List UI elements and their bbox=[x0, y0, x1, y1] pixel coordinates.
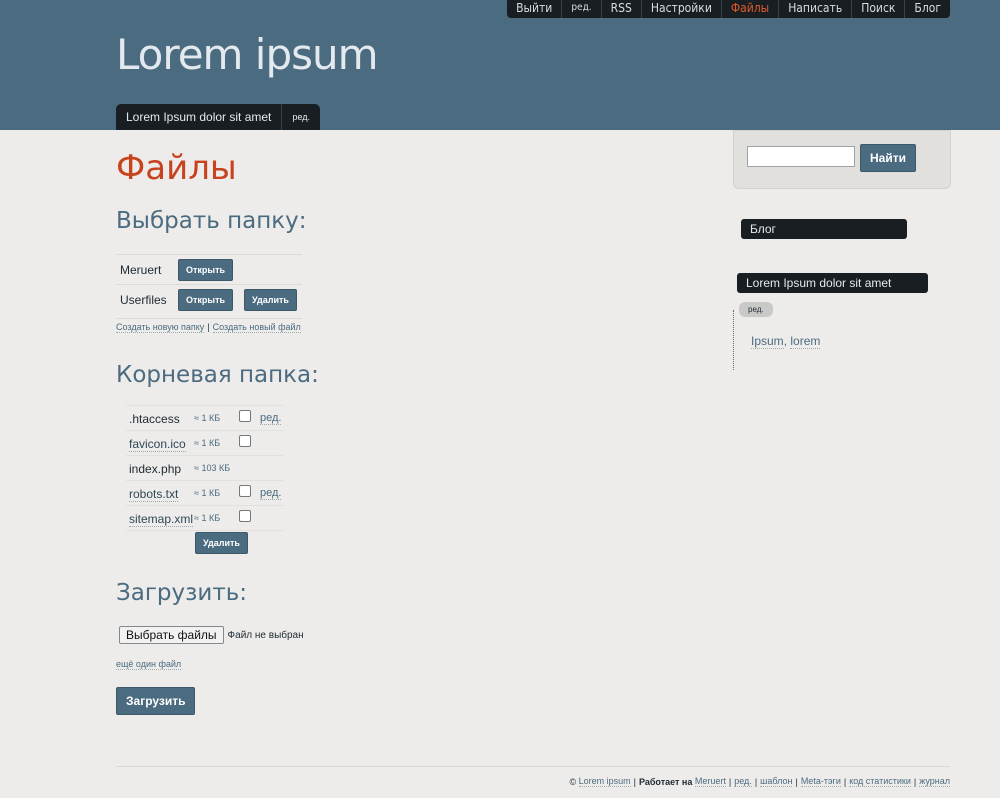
root-heading: Корневая папка: bbox=[116, 362, 319, 388]
footer: © Lorem ipsum | Работает на Meruert | ре… bbox=[569, 776, 950, 787]
footer-divider bbox=[116, 766, 950, 767]
nav-settings[interactable]: Настройки bbox=[640, 0, 721, 18]
powered-by-label: Работает на bbox=[638, 776, 693, 787]
folder-list: Meruert Открыть Userfiles Открыть Удалит… bbox=[116, 254, 302, 314]
page-tabs: Lorem Ipsum dolor sit amet ред. bbox=[116, 104, 320, 130]
page-title: Файлы bbox=[116, 148, 237, 188]
file-size: ≈ 1 КБ bbox=[194, 513, 221, 523]
footer-site-link[interactable]: Lorem ipsum bbox=[578, 776, 631, 787]
sidebar-post-title[interactable]: Lorem Ipsum dolor sit amet bbox=[737, 273, 928, 293]
file-size: ≈ 1 КБ bbox=[194, 488, 221, 498]
file-row: favicon.ico ≈ 1 КБ bbox=[126, 430, 284, 455]
tag-link[interactable]: Ipsum bbox=[751, 334, 784, 349]
footer-engine-link[interactable]: Meruert bbox=[694, 776, 726, 787]
nav-rss[interactable]: RSS bbox=[600, 0, 641, 18]
header: Выйти ред. RSS Настройки Файлы Написать … bbox=[0, 0, 1000, 130]
footer-stats-link[interactable]: код статистики bbox=[849, 776, 911, 787]
file-list: .htaccess ≈ 1 КБ ред. favicon.ico ≈ 1 КБ… bbox=[126, 405, 284, 531]
nav-blog[interactable]: Блог bbox=[904, 0, 950, 18]
file-checkbox[interactable] bbox=[239, 510, 251, 522]
file-checkbox[interactable] bbox=[239, 410, 251, 422]
nav-logout[interactable]: Выйти bbox=[507, 0, 561, 18]
file-size: ≈ 1 КБ bbox=[194, 413, 221, 423]
file-name: index.php bbox=[129, 462, 182, 476]
separator: | bbox=[728, 776, 732, 787]
page-tab-title[interactable]: Lorem Ipsum dolor sit amet bbox=[116, 104, 281, 130]
add-another-file-link[interactable]: ещё один файл bbox=[116, 659, 182, 670]
folder-name: Meruert bbox=[120, 263, 162, 277]
search-button[interactable]: Найти bbox=[860, 144, 916, 172]
create-file-link[interactable]: Создать новый файл bbox=[212, 322, 301, 333]
separator: | bbox=[207, 322, 210, 332]
file-name[interactable]: robots.txt bbox=[129, 487, 179, 502]
file-checkbox[interactable] bbox=[239, 435, 251, 447]
choose-files-button[interactable]: Выбрать файлы bbox=[119, 626, 224, 644]
footer-journal-link[interactable]: журнал bbox=[919, 776, 950, 787]
folder-name: Userfiles bbox=[120, 293, 167, 307]
tag-separator: , bbox=[783, 334, 788, 348]
file-status: Файл не выбран bbox=[227, 629, 304, 641]
file-row: .htaccess ≈ 1 КБ ред. bbox=[126, 405, 284, 430]
nav-search[interactable]: Поиск bbox=[851, 0, 904, 18]
folder-row: Meruert Открыть bbox=[116, 254, 302, 284]
open-folder-button[interactable]: Открыть bbox=[178, 289, 234, 311]
separator: | bbox=[843, 776, 847, 787]
separator: | bbox=[913, 776, 917, 787]
site-title[interactable]: Lorem ipsum bbox=[116, 30, 379, 79]
top-nav: Выйти ред. RSS Настройки Файлы Написать … bbox=[507, 0, 950, 18]
sidebar-edit[interactable]: ред. bbox=[739, 302, 773, 317]
footer-edit-link[interactable]: ред. bbox=[734, 776, 752, 787]
file-name[interactable]: favicon.ico bbox=[129, 437, 186, 452]
search-panel: Найти bbox=[733, 130, 951, 189]
file-row: sitemap.xml ≈ 1 КБ bbox=[126, 505, 284, 531]
folders-heading: Выбрать папку: bbox=[116, 208, 307, 234]
nav-edit[interactable]: ред. bbox=[561, 0, 600, 18]
file-checkbox[interactable] bbox=[239, 485, 251, 497]
sidebar-tags: Ipsum, lorem bbox=[751, 334, 821, 349]
open-folder-button[interactable]: Открыть bbox=[178, 259, 234, 281]
footer-meta-link[interactable]: Meta-тэги bbox=[800, 776, 841, 787]
file-name: .htaccess bbox=[129, 412, 180, 426]
create-folder-link[interactable]: Создать новую папку bbox=[116, 322, 205, 333]
sidebar-divider bbox=[733, 310, 734, 370]
footer-template-link[interactable]: шаблон bbox=[760, 776, 793, 787]
separator: | bbox=[633, 776, 636, 787]
copyright-symbol: © bbox=[569, 776, 577, 787]
nav-write[interactable]: Написать bbox=[778, 0, 851, 18]
search-input[interactable] bbox=[747, 146, 855, 167]
upload-button[interactable]: Загрузить bbox=[116, 687, 196, 715]
delete-files-button[interactable]: Удалить bbox=[195, 532, 248, 554]
page-tab-edit[interactable]: ред. bbox=[281, 104, 320, 130]
file-size: ≈ 103 КБ bbox=[194, 463, 231, 473]
separator: | bbox=[754, 776, 758, 787]
file-row: index.php ≈ 103 КБ bbox=[126, 455, 284, 480]
file-picker: Выбрать файлы Файл не выбран bbox=[119, 626, 304, 644]
file-name[interactable]: sitemap.xml bbox=[129, 512, 194, 527]
file-edit-link[interactable]: ред. bbox=[260, 487, 282, 500]
delete-folder-button[interactable]: Удалить bbox=[244, 289, 297, 311]
folder-actions: Создать новую папку | Создать новый файл bbox=[116, 318, 302, 333]
folder-row: Userfiles Открыть Удалить bbox=[116, 284, 302, 314]
nav-files[interactable]: Файлы bbox=[720, 0, 778, 18]
sidebar-blog[interactable]: Блог bbox=[741, 219, 907, 239]
file-size: ≈ 1 КБ bbox=[194, 438, 221, 448]
file-edit-link[interactable]: ред. bbox=[260, 412, 282, 425]
file-row: robots.txt ≈ 1 КБ ред. bbox=[126, 480, 284, 505]
separator: | bbox=[795, 776, 798, 787]
upload-heading: Загрузить: bbox=[116, 580, 248, 606]
tag-link[interactable]: lorem bbox=[790, 334, 821, 349]
